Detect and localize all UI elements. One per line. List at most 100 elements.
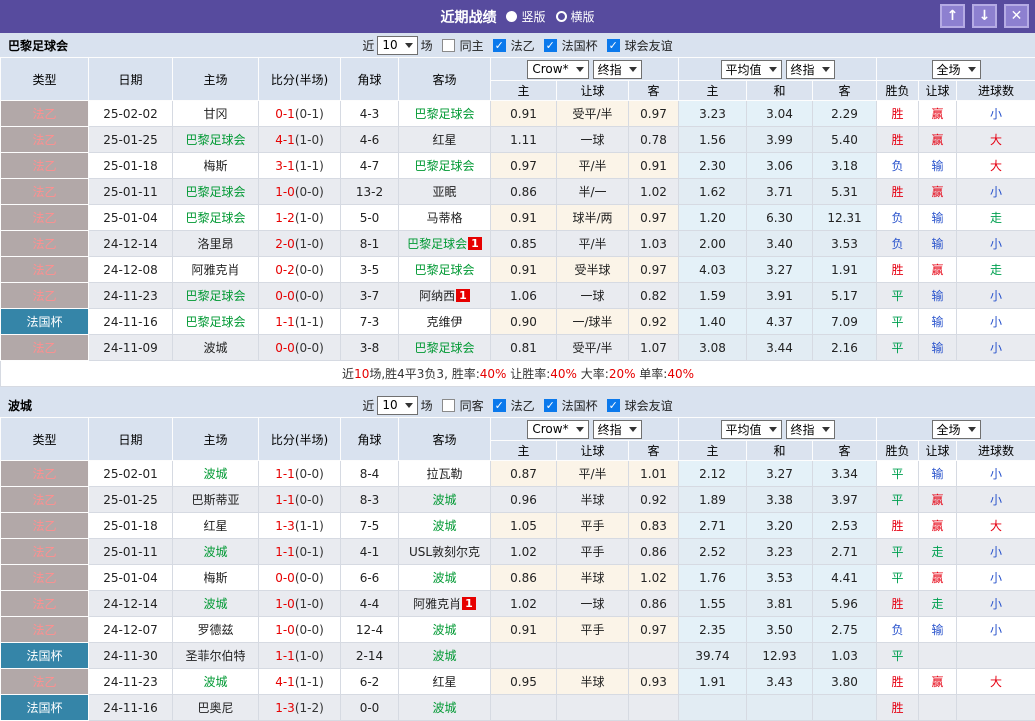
final-odds-dropdown[interactable]: 终指 <box>593 420 642 439</box>
handicap-home-odds-cell: 0.91 <box>491 257 557 283</box>
away-team-link[interactable]: 波城 <box>432 701 456 715</box>
match-type-cell: 法乙 <box>1 257 89 283</box>
away-team-link[interactable]: 波城 <box>432 623 456 637</box>
away-team-link[interactable]: 巴黎足球会 <box>414 159 474 173</box>
final-odds-dropdown2[interactable]: 终指 <box>786 420 835 439</box>
radio-horizontal-layout[interactable]: 横版 <box>556 8 595 25</box>
home-team-link[interactable]: 巴黎足球会 <box>185 315 245 329</box>
match-row: 法乙 24-12-14 波城 1-0(1-0) 4-4 阿雅克肖1 1.02 一… <box>1 591 1035 617</box>
match-row: 法乙 25-01-04 梅斯 0-0(0-0) 6-6 波城 0.86 半球 1… <box>1 565 1035 591</box>
close-button[interactable]: ✕ <box>1004 4 1029 28</box>
away-team-link[interactable]: 波城 <box>432 493 456 507</box>
cup-checkbox[interactable] <box>544 399 557 412</box>
halftime-score: (0-0) <box>295 623 324 637</box>
away-team-link[interactable]: 阿雅克肖 <box>413 597 461 611</box>
home-team-link[interactable]: 巴斯蒂亚 <box>191 493 239 507</box>
handicap-home-odds-cell <box>491 695 557 721</box>
match-date-cell: 24-11-09 <box>89 335 173 361</box>
home-team-link[interactable]: 波城 <box>203 467 227 481</box>
scroll-up-button[interactable]: ↑ <box>940 4 965 28</box>
euro-away-odds-cell: 2.75 <box>813 617 877 643</box>
full-match-dropdown[interactable]: 全场 <box>932 60 981 79</box>
away-team-link[interactable]: 阿纳西 <box>419 289 455 303</box>
home-team-link[interactable]: 阿雅克肖 <box>191 263 239 277</box>
home-team-link[interactable]: 巴黎足球会 <box>185 185 245 199</box>
away-team-link[interactable]: 克维伊 <box>426 315 462 329</box>
fulltime-score: 1-3 <box>275 701 295 715</box>
bookmaker-dropdown[interactable]: Crow* <box>527 420 588 439</box>
handicap-home-odds-cell: 1.06 <box>491 283 557 309</box>
home-team-link[interactable]: 波城 <box>203 545 227 559</box>
bookmaker-dropdown[interactable]: Crow* <box>527 60 588 79</box>
home-team-link[interactable]: 波城 <box>203 341 227 355</box>
home-team-cell: 甘冈 <box>173 101 259 127</box>
same-away-checkbox[interactable] <box>442 399 455 412</box>
home-team-link[interactable]: 罗德兹 <box>197 623 233 637</box>
score-cell: 4-1(1-0) <box>259 127 341 153</box>
match-count-dropdown[interactable]: 10 <box>377 396 417 415</box>
result-handicap-cell: 赢 <box>919 179 957 205</box>
away-team-link[interactable]: 巴黎足球会 <box>414 263 474 277</box>
league2-checkbox[interactable] <box>493 399 506 412</box>
euro-away-odds-cell: 5.40 <box>813 127 877 153</box>
handicap-away-odds-cell <box>629 695 679 721</box>
home-team-link[interactable]: 巴黎足球会 <box>185 289 245 303</box>
away-team-link[interactable]: 马蒂格 <box>426 211 462 225</box>
radio-vertical-layout[interactable]: 竖版 <box>506 8 545 25</box>
away-team-link[interactable]: 波城 <box>432 519 456 533</box>
handicap-line-cell: 一球 <box>557 283 629 309</box>
away-team-link[interactable]: 红星 <box>432 675 456 689</box>
halftime-score: (0-0) <box>295 185 324 199</box>
corner-cell: 4-1 <box>341 539 399 565</box>
halftime-score: (0-0) <box>295 263 324 277</box>
home-team-link[interactable]: 巴奥尼 <box>197 701 233 715</box>
average-odds-dropdown[interactable]: 平均值 <box>721 60 782 79</box>
col-header-away: 客场 <box>399 58 491 101</box>
home-team-link[interactable]: 巴黎足球会 <box>185 211 245 225</box>
away-team-link[interactable]: USL敦刻尔克 <box>409 545 480 559</box>
result-goals-cell: 小 <box>957 487 1035 513</box>
handicap-line-cell: 受半球 <box>557 257 629 283</box>
home-team-link[interactable]: 波城 <box>203 675 227 689</box>
scroll-down-button[interactable]: ↓ <box>972 4 997 28</box>
match-date-cell: 24-11-23 <box>89 283 173 309</box>
home-team-link[interactable]: 洛里昂 <box>197 237 233 251</box>
result-handicap-cell: 输 <box>919 283 957 309</box>
league2-checkbox[interactable] <box>493 39 506 52</box>
result-handicap-cell: 赢 <box>919 669 957 695</box>
friendly-checkbox[interactable] <box>607 399 620 412</box>
home-team-link[interactable]: 圣菲尔伯特 <box>185 649 245 663</box>
away-team-link[interactable]: 拉瓦勒 <box>426 467 462 481</box>
away-team-link[interactable]: 亚眠 <box>432 185 456 199</box>
away-team-link[interactable]: 巴黎足球会 <box>407 237 467 251</box>
cup-checkbox[interactable] <box>544 39 557 52</box>
same-home-checkbox[interactable] <box>442 39 455 52</box>
home-team-link[interactable]: 梅斯 <box>203 159 227 173</box>
chevron-down-icon <box>968 67 976 72</box>
away-team-link[interactable]: 巴黎足球会 <box>414 341 474 355</box>
away-team-link[interactable]: 巴黎足球会 <box>414 107 474 121</box>
home-team-link[interactable]: 巴黎足球会 <box>185 133 245 147</box>
fulltime-score: 0-0 <box>275 289 295 303</box>
away-team-cell: USL敦刻尔克 <box>399 539 491 565</box>
average-odds-dropdown[interactable]: 平均值 <box>721 420 782 439</box>
away-team-link[interactable]: 波城 <box>432 571 456 585</box>
away-team-link[interactable]: 波城 <box>432 649 456 663</box>
final-odds-dropdown2[interactable]: 终指 <box>786 60 835 79</box>
home-team-link[interactable]: 梅斯 <box>203 571 227 585</box>
home-team-link[interactable]: 红星 <box>203 519 227 533</box>
full-match-dropdown[interactable]: 全场 <box>932 420 981 439</box>
result-goals-cell: 小 <box>957 101 1035 127</box>
red-card-badge: 1 <box>468 237 482 250</box>
home-team-link[interactable]: 波城 <box>203 597 227 611</box>
sub-header-let-away: 客 <box>629 441 679 461</box>
score-cell: 3-1(1-1) <box>259 153 341 179</box>
home-team-link[interactable]: 甘冈 <box>203 107 227 121</box>
final-odds-dropdown[interactable]: 终指 <box>593 60 642 79</box>
away-team-link[interactable]: 红星 <box>432 133 456 147</box>
score-cell: 0-1(0-1) <box>259 101 341 127</box>
result-handicap-cell <box>919 643 957 669</box>
friendly-checkbox[interactable] <box>607 39 620 52</box>
match-count-dropdown[interactable]: 10 <box>377 36 417 55</box>
result-wdl-cell: 平 <box>877 461 919 487</box>
